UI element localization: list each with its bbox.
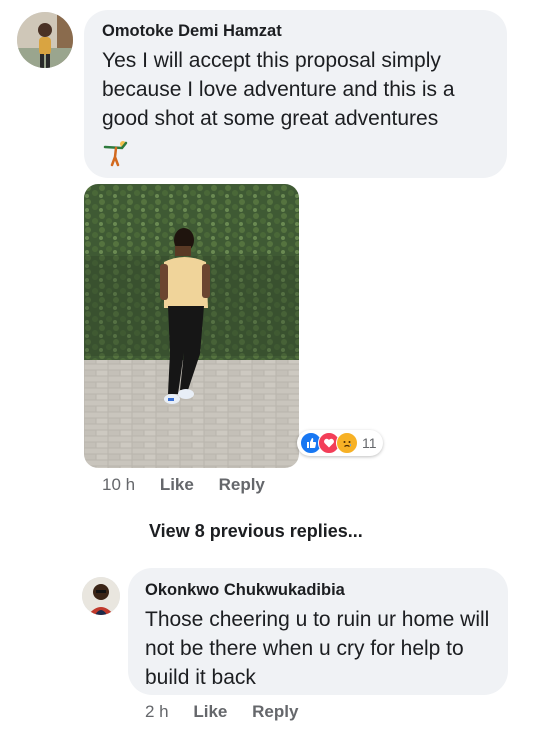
like-button[interactable]: Like: [193, 702, 227, 721]
comment-author[interactable]: Okonkwo Chukwukadibia: [145, 581, 491, 600]
avatar[interactable]: [82, 577, 120, 615]
comment-text: Yes I will accept this proposal simply b…: [102, 49, 455, 130]
comment-text: Those cheering u to ruin ur home will no…: [145, 608, 490, 689]
comment-actions: 10 h Like Reply: [102, 475, 285, 495]
avatar-photo: [82, 577, 120, 615]
gymnast-emoji-icon: [101, 138, 131, 173]
reply-button[interactable]: Reply: [219, 475, 265, 494]
comment-bubble: Okonkwo Chukwukadibia Those cheering u t…: [128, 568, 508, 695]
reactions-summary[interactable]: 11: [297, 430, 383, 456]
comment-timestamp[interactable]: 10 h: [102, 475, 135, 494]
reaction-count: 11: [362, 435, 377, 451]
reply-button[interactable]: Reply: [252, 702, 298, 721]
view-previous-replies-link[interactable]: View 8 previous replies...: [149, 521, 363, 542]
comment-photo[interactable]: [84, 184, 299, 468]
avatar-photo: [17, 12, 73, 68]
comment-bubble: Omotoke Demi Hamzat Yes I will accept th…: [84, 10, 507, 178]
comment-actions: 2 h Like Reply: [145, 702, 318, 722]
comment-timestamp[interactable]: 2 h: [145, 702, 169, 721]
like-button[interactable]: Like: [160, 475, 194, 494]
comment-author[interactable]: Omotoke Demi Hamzat: [102, 22, 489, 41]
sad-reaction-icon: [336, 432, 358, 454]
avatar[interactable]: [17, 12, 73, 68]
